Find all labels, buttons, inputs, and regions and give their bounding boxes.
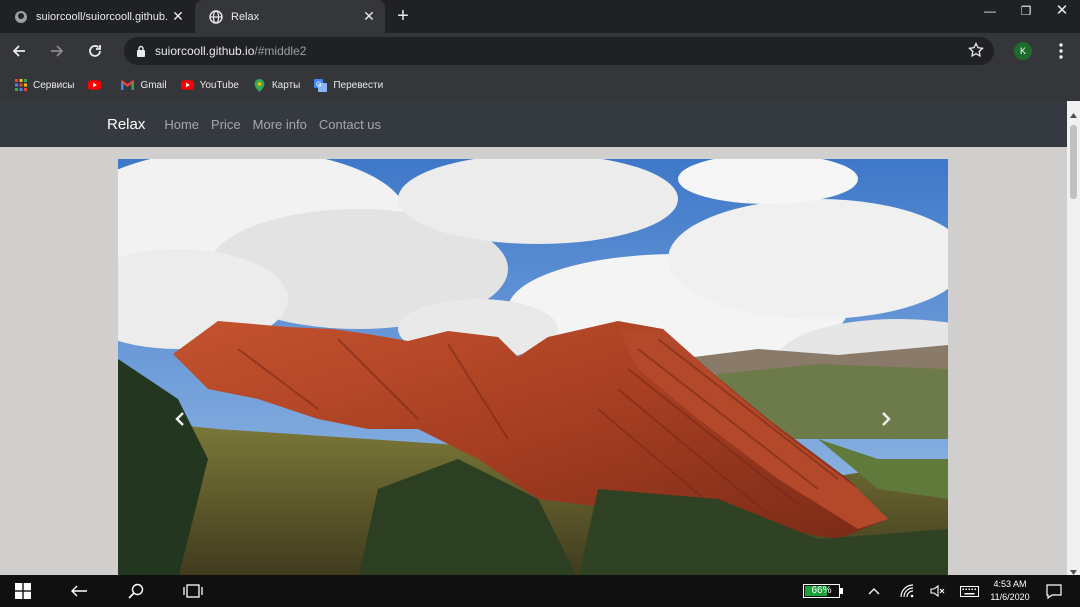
forward-arrow-icon[interactable]: [46, 40, 68, 62]
windows-start-icon[interactable]: [12, 580, 34, 602]
globe-icon: [209, 9, 223, 24]
site-navbar: Relax Home Price More info Contact us: [0, 101, 1067, 147]
lock-icon: [136, 45, 146, 57]
url-host: suiorcooll.github.io: [155, 44, 255, 58]
clock-date: 11/6/2020: [990, 592, 1030, 602]
youtube-icon: [180, 79, 194, 92]
tab-title: suiorcooll/suiorcooll.github.io: [36, 10, 168, 23]
carousel-next-icon[interactable]: [878, 411, 894, 427]
battery-terminal: [840, 588, 843, 594]
bookmark-label: YouTube: [199, 79, 239, 91]
tab-github[interactable]: suiorcooll/suiorcooll.github.io ✕: [0, 0, 194, 33]
tab-title: Relax: [231, 10, 260, 23]
svg-text:G: G: [316, 81, 321, 88]
scroll-down-arrow-icon[interactable]: [1070, 563, 1077, 575]
nav-link-price[interactable]: Price: [211, 117, 241, 132]
battery-indicator[interactable]: 66%: [803, 584, 843, 598]
translate-icon: G: [314, 78, 328, 92]
youtube-icon: [88, 79, 102, 92]
bookmark-youtube-icon-only[interactable]: [88, 79, 107, 92]
search-icon[interactable]: [125, 580, 147, 602]
close-tab-icon[interactable]: ✕: [359, 8, 379, 25]
clock-time: 4:53 AM: [993, 579, 1027, 589]
nav-link-contact-us[interactable]: Contact us: [319, 117, 381, 132]
scroll-up-arrow-icon[interactable]: [1070, 106, 1077, 118]
carousel-prev-icon[interactable]: [172, 411, 188, 427]
bookmark-label: Перевести: [333, 79, 384, 91]
keyboard-icon[interactable]: [958, 580, 980, 602]
more-menu-icon[interactable]: [1054, 41, 1068, 61]
battery-percent: 66%: [811, 585, 832, 596]
task-view-icon[interactable]: [182, 580, 204, 602]
scrollbar-thumb[interactable]: [1070, 125, 1077, 199]
close-tab-icon[interactable]: ✕: [168, 8, 188, 25]
system-clock[interactable]: 4:53 AM 11/6/2020: [985, 578, 1035, 604]
browser-toolbar: suiorcooll.github.io/#middle2 K: [0, 33, 1080, 69]
speaker-muted-icon[interactable]: [928, 580, 946, 602]
page-viewport: Relax Home Price More info Contact us: [0, 101, 1067, 575]
image-carousel: [118, 159, 948, 575]
nav-link-more-info[interactable]: More info: [253, 117, 307, 132]
bookmark-translate[interactable]: G Перевести: [314, 78, 384, 92]
maps-icon: [253, 78, 266, 92]
nav-link-home[interactable]: Home: [164, 117, 199, 132]
address-bar[interactable]: suiorcooll.github.io/#middle2: [124, 37, 994, 65]
bookmark-gmail[interactable]: Gmail: [121, 79, 167, 92]
new-tab-button[interactable]: +: [392, 5, 414, 27]
bookmarks-bar: Сервисы Gmail YouTube Карты G Перевести: [0, 69, 1080, 101]
chevron-up-icon[interactable]: [865, 580, 883, 602]
apps-grid-icon: [14, 79, 27, 92]
back-arrow-icon[interactable]: [8, 40, 30, 62]
close-window-icon[interactable]: ✕: [1044, 0, 1080, 22]
bookmark-maps[interactable]: Карты: [253, 78, 301, 92]
gmail-icon: [121, 79, 135, 92]
minimize-icon[interactable]: —: [972, 0, 1008, 22]
bookmark-label: Сервисы: [33, 79, 75, 91]
bookmark-label: Карты: [271, 79, 301, 91]
tab-relax[interactable]: Relax ✕: [195, 0, 385, 33]
browser-tab-strip: suiorcooll/suiorcooll.github.io ✕ Relax …: [0, 0, 1080, 33]
bookmark-star-icon[interactable]: [968, 41, 984, 61]
notifications-icon[interactable]: [1044, 580, 1064, 602]
restore-icon[interactable]: ❐: [1008, 0, 1044, 22]
page-scrollbar[interactable]: [1067, 101, 1080, 575]
carousel-slide-image: [118, 159, 948, 575]
profile-avatar[interactable]: K: [1014, 42, 1032, 60]
back-arrow-icon[interactable]: [68, 580, 90, 602]
bookmark-label: Gmail: [140, 79, 167, 91]
url-path: /#middle2: [254, 44, 307, 58]
bookmark-services[interactable]: Сервисы: [14, 79, 74, 92]
reload-icon[interactable]: [84, 40, 106, 62]
wifi-icon[interactable]: [898, 580, 916, 602]
github-icon: [14, 10, 28, 24]
windows-taskbar: 66% 4:53 AM 11/6/2020: [0, 575, 1080, 607]
bookmark-youtube[interactable]: YouTube: [180, 79, 239, 92]
site-brand[interactable]: Relax: [107, 116, 145, 133]
